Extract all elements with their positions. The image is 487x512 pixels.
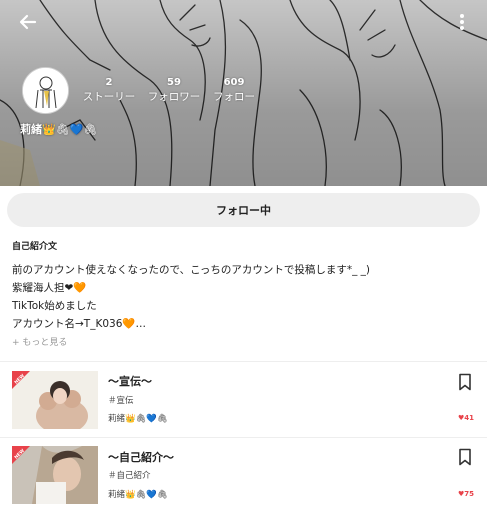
- avatar-image: [23, 68, 68, 113]
- username-emoji: 👑🖇💙🖇: [42, 123, 98, 136]
- profile-header: 2 ストーリー 59 フォロワー 609 フォロー 莉緒👑🖇💙🖇: [0, 0, 487, 186]
- story-title[interactable]: 〜自己紹介〜: [108, 449, 174, 465]
- username: 莉緒👑🖇💙🖇: [20, 121, 97, 137]
- story-card[interactable]: NEW 〜宣伝〜 ＃宣伝 莉緒👑🖇💙🖇 ♥41: [0, 362, 487, 437]
- bio-heading: 自己紹介文: [12, 242, 58, 252]
- story-title[interactable]: 〜宣伝〜: [108, 373, 152, 389]
- back-arrow-icon[interactable]: [16, 10, 40, 34]
- username-text: 莉緒: [20, 123, 42, 136]
- stat-stories-count: 2: [105, 77, 113, 88]
- bio-line: 前のアカウント使えなくなったので、こっちのアカウントで投稿します*_ _): [12, 264, 371, 276]
- bookmark-icon[interactable]: [458, 373, 472, 391]
- story-tag[interactable]: ＃自己紹介: [108, 469, 151, 481]
- story-tag[interactable]: ＃宣伝: [108, 394, 134, 406]
- bio-line: アカウント名→T_K036🧡…: [12, 318, 146, 330]
- story-card[interactable]: NEW 〜自己紹介〜 ＃自己紹介 莉緒👑🖇💙🖇 ♥75: [0, 438, 487, 512]
- stat-followers-count: 59: [167, 77, 181, 88]
- avatar[interactable]: [22, 67, 69, 114]
- story-thumbnail[interactable]: NEW: [12, 371, 98, 429]
- stat-following[interactable]: 609 フォロー: [208, 77, 260, 105]
- stat-following-label: フォロー: [213, 91, 255, 103]
- stat-following-count: 609: [223, 77, 245, 88]
- stat-followers[interactable]: 59 フォロワー: [146, 77, 202, 105]
- stat-stories[interactable]: 2 ストーリー: [81, 77, 137, 105]
- likes-value: 41: [464, 414, 475, 422]
- bio-line: 紫耀海人担❤🧡: [12, 282, 87, 294]
- story-thumbnail[interactable]: NEW: [12, 446, 98, 504]
- stat-followers-label: フォロワー: [147, 91, 201, 103]
- bio-line: TikTok始めました: [12, 300, 97, 312]
- likes-value: 75: [464, 490, 475, 498]
- stat-stories-label: ストーリー: [82, 91, 136, 103]
- likes-count: ♥75: [458, 490, 474, 498]
- bookmark-icon[interactable]: [458, 448, 472, 466]
- story-author[interactable]: 莉緒👑🖇💙🖇: [108, 412, 168, 424]
- following-button[interactable]: フォロー中: [7, 193, 480, 227]
- show-more-link[interactable]: + もっと見る: [12, 335, 67, 348]
- likes-count: ♥41: [458, 414, 474, 422]
- story-author[interactable]: 莉緒👑🖇💙🖇: [108, 488, 168, 500]
- bio-text: 前のアカウント使えなくなったので、こっちのアカウントで投稿します*_ _) 紫耀…: [12, 261, 370, 333]
- more-options-icon[interactable]: [452, 10, 472, 34]
